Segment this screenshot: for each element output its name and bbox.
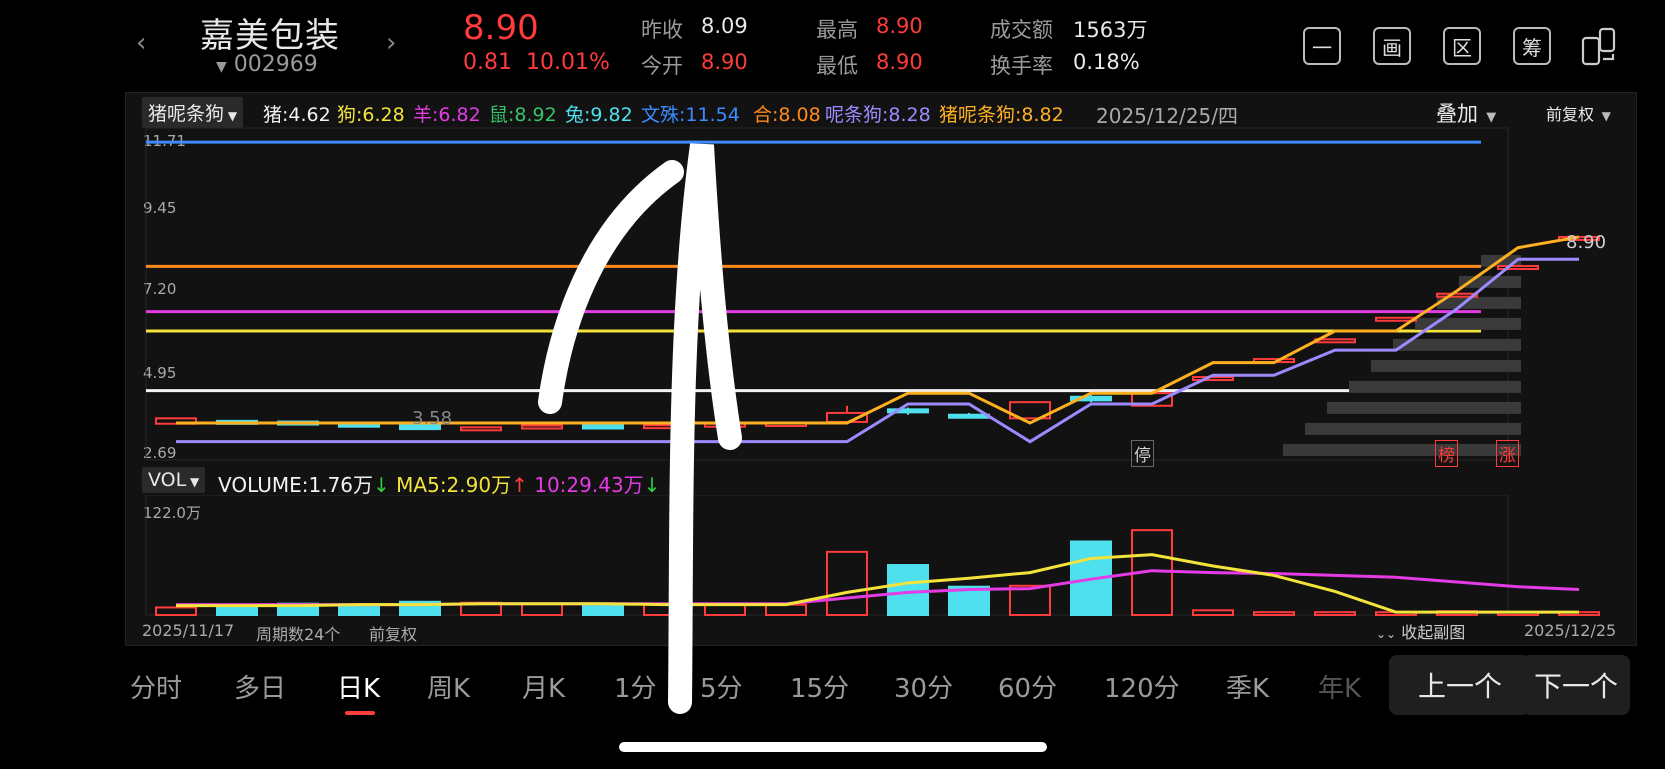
handwritten-arrow-annotation xyxy=(538,143,742,714)
home-indicator[interactable] xyxy=(619,742,1047,752)
